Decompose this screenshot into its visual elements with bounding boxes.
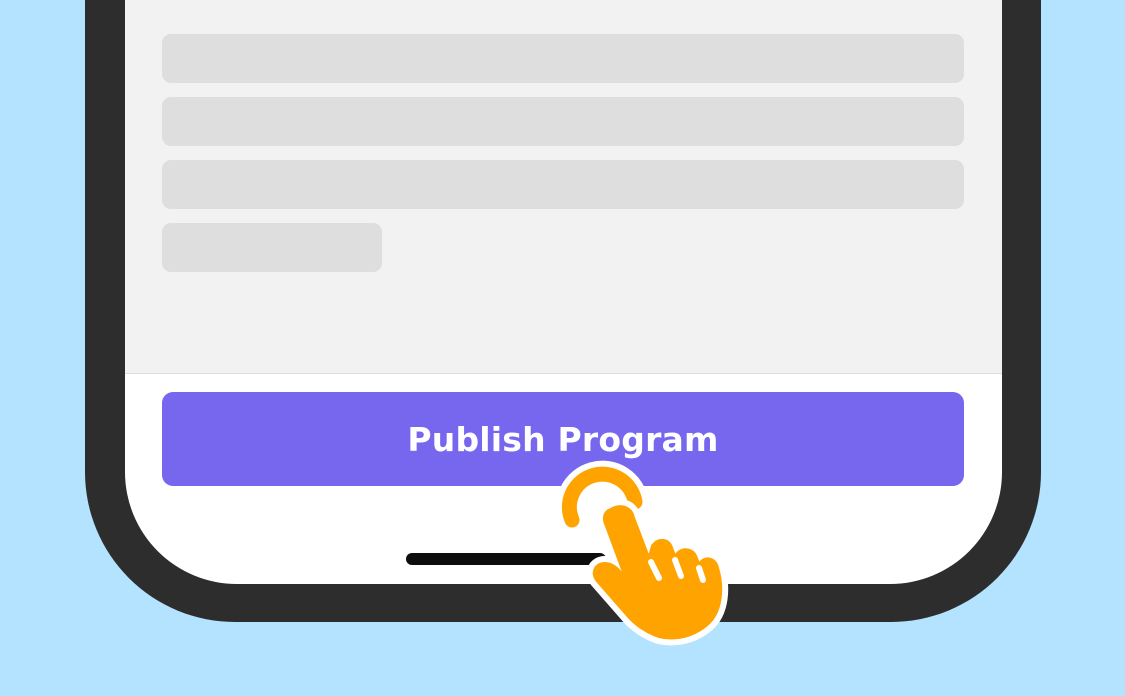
skeleton-line — [162, 97, 964, 146]
publish-program-button-label: Publish Program — [407, 419, 719, 459]
skeleton-line — [162, 160, 964, 209]
content-area — [125, 0, 1002, 374]
skeleton-line — [162, 223, 382, 272]
skeleton-line — [162, 34, 964, 83]
tap-hand-icon — [555, 460, 729, 646]
